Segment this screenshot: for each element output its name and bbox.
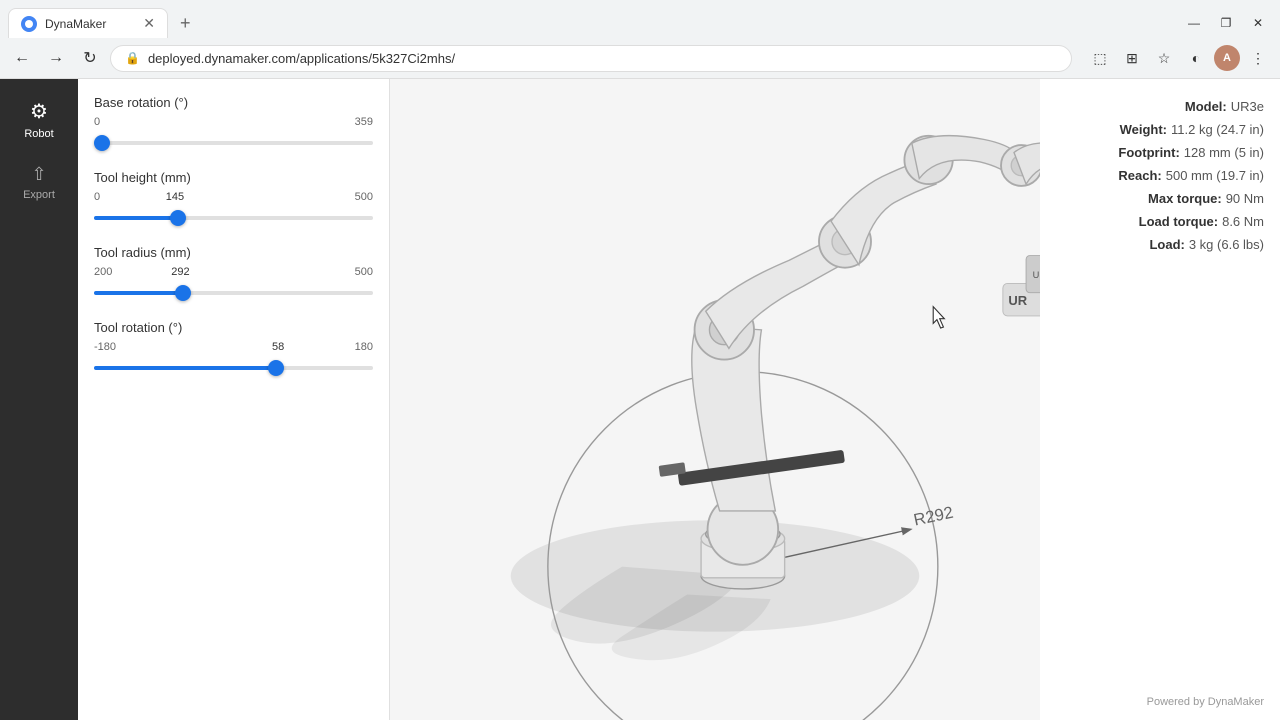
robot-plate-text: UR3e bbox=[1033, 270, 1040, 280]
cursor bbox=[933, 307, 944, 328]
tool-radius-group: Tool radius (mm) 200 292 500 bbox=[94, 245, 373, 300]
tool-rotation-label: Tool rotation (°) bbox=[94, 320, 373, 335]
screen-cast-icon[interactable]: ⬚ bbox=[1086, 44, 1114, 72]
tab-close-button[interactable]: ✕ bbox=[143, 15, 155, 32]
load-torque-value: 8.6 Nm bbox=[1222, 214, 1264, 229]
minimize-button[interactable]: — bbox=[1180, 9, 1208, 37]
icon-sidebar: ⚙ Robot ⇧ Export bbox=[0, 79, 78, 720]
base-rotation-max: 359 bbox=[355, 116, 373, 128]
forward-button[interactable]: → bbox=[42, 44, 70, 72]
url-text: deployed.dynamaker.com/applications/5k32… bbox=[148, 51, 455, 66]
browser-chrome: DynaMaker ✕ + — ❐ ✕ ← → ↻ 🔒 deployed.dyn… bbox=[0, 0, 1280, 79]
maximize-button[interactable]: ❐ bbox=[1212, 9, 1240, 37]
load-value: 3 kg (6.6 lbs) bbox=[1189, 237, 1264, 252]
reach-key: Reach: bbox=[1118, 168, 1161, 183]
extensions-icon[interactable]: ⊞ bbox=[1118, 44, 1146, 72]
sidebar-item-robot[interactable]: ⚙ Robot bbox=[4, 89, 74, 150]
window-controls: — ❐ ✕ bbox=[1180, 9, 1272, 37]
lock-icon: 🔒 bbox=[125, 51, 140, 65]
title-bar: DynaMaker ✕ + — ❐ ✕ bbox=[0, 0, 1280, 38]
tool-radius-max: 500 bbox=[355, 266, 373, 278]
tool-rotation-slider[interactable] bbox=[94, 366, 373, 370]
tool-height-max: 500 bbox=[355, 191, 373, 203]
robot-icon: ⚙ bbox=[30, 99, 48, 124]
robot-visualization: R292 UR bbox=[390, 79, 1040, 720]
ur-logo-text: UR bbox=[1008, 293, 1027, 308]
spec-panel: Model: UR3e Weight: 11.2 kg (24.7 in) Fo… bbox=[1040, 79, 1280, 720]
footprint-key: Footprint: bbox=[1118, 145, 1179, 160]
address-bar: ← → ↻ 🔒 deployed.dynamaker.com/applicati… bbox=[0, 38, 1280, 78]
spec-weight-row: Weight: 11.2 kg (24.7 in) bbox=[1056, 122, 1264, 137]
profile-icon[interactable]: ◐ bbox=[1182, 44, 1210, 72]
footprint-value: 128 mm (5 in) bbox=[1184, 145, 1264, 160]
toolbar-right: ⬚ ⊞ ☆ ◐ A ⋮ bbox=[1086, 44, 1272, 72]
back-button[interactable]: ← bbox=[8, 44, 36, 72]
controls-panel: Base rotation (°) 0 359 Tool height (mm)… bbox=[78, 79, 390, 720]
spec-load-row: Load: 3 kg (6.6 lbs) bbox=[1056, 237, 1264, 252]
max-torque-value: 90 Nm bbox=[1226, 191, 1264, 206]
base-rotation-min: 0 bbox=[94, 116, 100, 128]
tool-radius-current: 292 bbox=[171, 266, 189, 278]
spec-model-row: Model: UR3e bbox=[1056, 99, 1264, 114]
base-rotation-label: Base rotation (°) bbox=[94, 95, 373, 110]
main-canvas: R292 UR bbox=[390, 79, 1040, 720]
active-tab[interactable]: DynaMaker ✕ bbox=[8, 8, 168, 38]
app-area: ⚙ Robot ⇧ Export Base rotation (°) 0 359 bbox=[0, 79, 1280, 720]
tool-radius-label: Tool radius (mm) bbox=[94, 245, 373, 260]
tool-radius-min: 200 bbox=[94, 266, 112, 278]
menu-icon[interactable]: ⋮ bbox=[1244, 44, 1272, 72]
model-value: UR3e bbox=[1231, 99, 1264, 114]
tool-rotation-group: Tool rotation (°) -180 58 180 bbox=[94, 320, 373, 375]
powered-by-text: Powered by DynaMaker bbox=[1147, 696, 1264, 708]
sidebar-item-robot-label: Robot bbox=[24, 128, 53, 140]
user-avatar[interactable]: A bbox=[1214, 45, 1240, 71]
tool-height-label: Tool height (mm) bbox=[94, 170, 373, 185]
window-close-button[interactable]: ✕ bbox=[1244, 9, 1272, 37]
spec-reach-row: Reach: 500 mm (19.7 in) bbox=[1056, 168, 1264, 183]
tool-height-slider[interactable] bbox=[94, 216, 373, 220]
tool-rotation-min: -180 bbox=[94, 341, 116, 353]
tool-height-current: 145 bbox=[166, 191, 184, 203]
spec-load-torque-row: Load torque: 8.6 Nm bbox=[1056, 214, 1264, 229]
bookmark-icon[interactable]: ☆ bbox=[1150, 44, 1178, 72]
load-torque-key: Load torque: bbox=[1139, 214, 1218, 229]
tool-rotation-current: 58 bbox=[272, 341, 284, 353]
reach-value: 500 mm (19.7 in) bbox=[1166, 168, 1264, 183]
tool-height-group: Tool height (mm) 0 145 500 bbox=[94, 170, 373, 225]
refresh-button[interactable]: ↻ bbox=[76, 44, 104, 72]
max-torque-key: Max torque: bbox=[1148, 191, 1222, 206]
export-icon: ⇧ bbox=[31, 164, 46, 185]
spec-footprint-row: Footprint: 128 mm (5 in) bbox=[1056, 145, 1264, 160]
new-tab-button[interactable]: + bbox=[172, 9, 199, 38]
base-rotation-slider[interactable] bbox=[94, 141, 373, 145]
weight-value: 11.2 kg (24.7 in) bbox=[1171, 122, 1264, 137]
tab-favicon bbox=[21, 16, 37, 32]
sidebar-item-export[interactable]: ⇧ Export bbox=[4, 154, 74, 211]
reach-label: R292 bbox=[912, 503, 955, 530]
model-key: Model: bbox=[1185, 99, 1227, 114]
spec-max-torque-row: Max torque: 90 Nm bbox=[1056, 191, 1264, 206]
weight-key: Weight: bbox=[1120, 122, 1167, 137]
load-key: Load: bbox=[1149, 237, 1184, 252]
tool-rotation-max: 180 bbox=[355, 341, 373, 353]
sidebar-item-export-label: Export bbox=[23, 189, 55, 201]
url-bar[interactable]: 🔒 deployed.dynamaker.com/applications/5k… bbox=[110, 45, 1072, 72]
base-rotation-group: Base rotation (°) 0 359 bbox=[94, 95, 373, 150]
tab-title: DynaMaker bbox=[45, 17, 135, 31]
tool-height-min: 0 bbox=[94, 191, 100, 203]
tool-radius-slider[interactable] bbox=[94, 291, 373, 295]
